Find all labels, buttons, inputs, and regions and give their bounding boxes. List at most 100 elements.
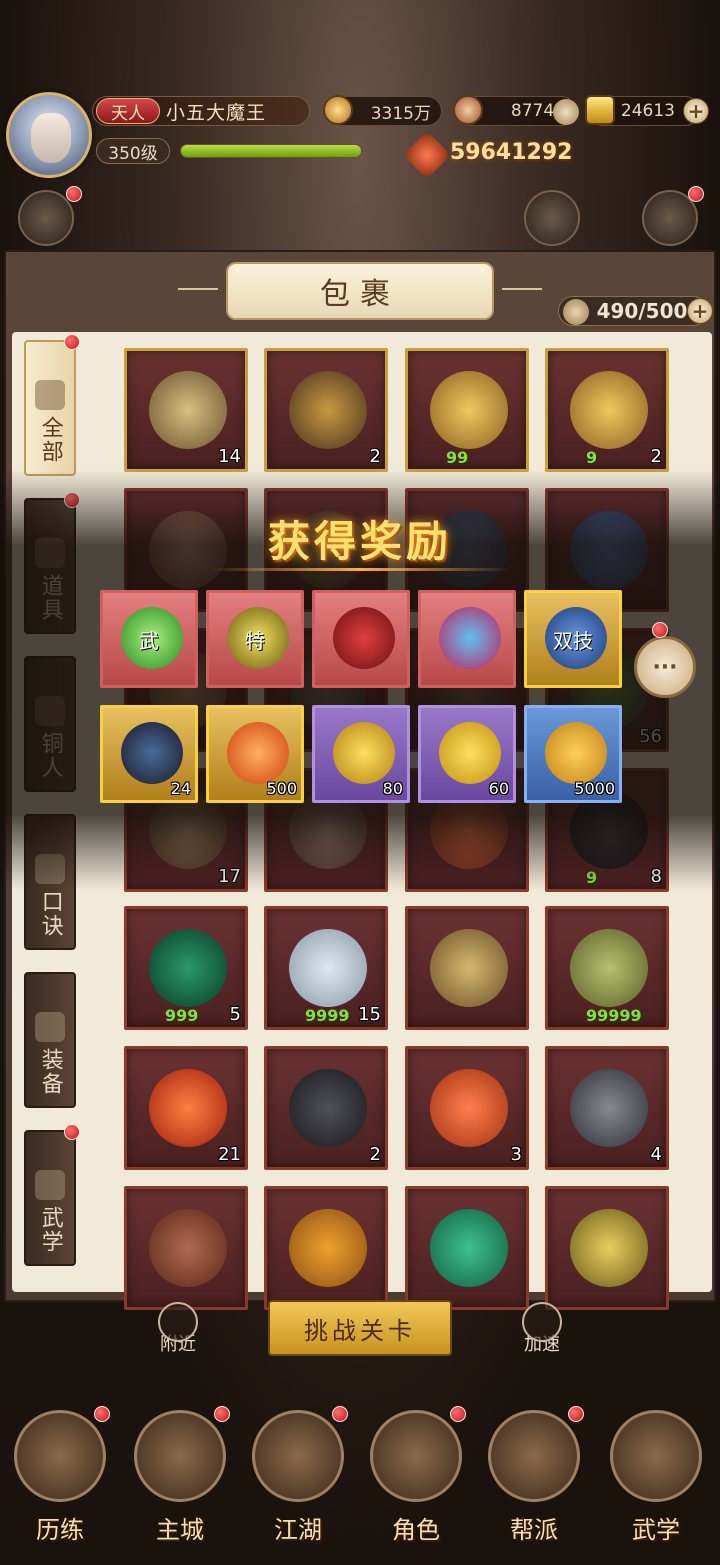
item-slot[interactable]: 99999 (545, 906, 669, 1030)
avatar[interactable] (6, 92, 92, 178)
coin-icon (323, 95, 353, 125)
nav-item-3[interactable]: 角色 (356, 1400, 476, 1560)
bag-title: 包裹 (226, 262, 494, 320)
tab-icon (35, 1012, 65, 1042)
nav-item-2[interactable]: 江湖 (238, 1400, 358, 1560)
item-mark: 9 (586, 448, 598, 467)
notification-dot (94, 1406, 110, 1422)
item-slot[interactable] (405, 906, 529, 1030)
item-slot[interactable] (545, 1186, 669, 1310)
nav-icon (252, 1410, 344, 1502)
reward-item[interactable]: 500 (206, 705, 304, 803)
item-icon (289, 1069, 367, 1147)
jade-add-icon[interactable] (553, 99, 579, 125)
nav-icon (134, 1410, 226, 1502)
item-icon (149, 371, 227, 449)
reward-count: 5000 (574, 779, 615, 798)
item-icon (430, 371, 508, 449)
reward-item[interactable]: 24 (100, 705, 198, 803)
notification-dot (64, 1124, 80, 1140)
item-slot[interactable]: 999 5 (124, 906, 248, 1030)
item-count: 14 (218, 446, 241, 467)
item-slot[interactable]: 3 (405, 1046, 529, 1170)
title-decoration (502, 288, 542, 290)
challenge-level-button[interactable]: 挑战关卡 (268, 1300, 452, 1356)
bottom-navbar: 历练 主城 江湖 角色 帮派 武学 (0, 1400, 720, 1565)
item-icon (289, 371, 367, 449)
event-button[interactable] (524, 190, 580, 246)
item-icon (149, 929, 227, 1007)
item-icon (430, 929, 508, 1007)
item-slot[interactable] (264, 1186, 388, 1310)
nav-item-0[interactable]: 历练 (0, 1400, 120, 1560)
item-slot[interactable]: 2 (264, 1046, 388, 1170)
gold-ingot-icon (585, 95, 615, 125)
nav-label: 历练 (36, 1516, 84, 1544)
gold-add-button[interactable]: + (683, 98, 709, 124)
item-count: 2 (369, 1144, 381, 1165)
item-slot[interactable] (124, 1186, 248, 1310)
reward-item[interactable]: 60 (418, 705, 516, 803)
item-slot[interactable]: 4 (545, 1046, 669, 1170)
reward-title: 获得奖励 (267, 517, 452, 566)
chat-button[interactable]: ··· (634, 636, 696, 698)
item-mark: 9999 (305, 1006, 350, 1025)
tab-5[interactable]: 武学 (24, 1130, 76, 1266)
item-slot[interactable]: 14 (124, 348, 248, 472)
reward-title-underline (210, 568, 510, 571)
reward-item[interactable]: 80 (312, 705, 410, 803)
reward-item[interactable]: 5000 (524, 705, 622, 803)
notification-dot (568, 1406, 584, 1422)
copper-currency: 3315万 (323, 95, 442, 126)
tab-label: 装备 (37, 1048, 63, 1096)
nearby-button[interactable]: 附近 (150, 1302, 206, 1356)
nav-icon (488, 1410, 580, 1502)
reward-item[interactable]: 武 (100, 590, 198, 688)
jade-icon (453, 95, 483, 125)
nav-item-5[interactable]: 武学 (596, 1400, 716, 1560)
item-icon (570, 929, 648, 1007)
item-slot[interactable]: 92 (545, 348, 669, 472)
speedup-button[interactable]: 加速 (514, 1302, 570, 1356)
nav-icon (610, 1410, 702, 1502)
tab-icon (35, 380, 65, 410)
notification-dot (214, 1406, 230, 1422)
item-mark: 999 (165, 1006, 199, 1025)
title-decoration (178, 288, 218, 290)
nav-item-1[interactable]: 主城 (120, 1400, 240, 1560)
item-count: 21 (218, 1144, 241, 1165)
item-slot[interactable]: 21 (124, 1046, 248, 1170)
nav-label: 角色 (392, 1516, 440, 1544)
notification-dot (688, 186, 704, 202)
reward-icon (439, 607, 501, 669)
item-mark: 99 (446, 448, 469, 467)
item-slot[interactable]: 99 (405, 348, 529, 472)
reward-item[interactable]: 双技 (524, 590, 622, 688)
reward-icon (333, 607, 395, 669)
top-header: 天人 小五大魔王 3315万 87744 24613 + 350级 596412… (0, 0, 720, 250)
notification-dot (332, 1406, 348, 1422)
reward-item[interactable] (418, 590, 516, 688)
player-level: 350级 (96, 138, 170, 164)
item-icon (289, 929, 367, 1007)
gold-currency: 24613 + (585, 95, 709, 126)
reward-icon (121, 722, 183, 784)
item-icon (430, 1069, 508, 1147)
item-slot[interactable]: 2 (264, 348, 388, 472)
item-icon (149, 1209, 227, 1287)
reward-count: 80 (382, 779, 403, 798)
reward-count: 500 (266, 779, 297, 798)
item-count: 2 (650, 446, 662, 467)
left-corner-button[interactable] (18, 190, 74, 246)
nav-label: 武学 (632, 1516, 680, 1544)
item-slot[interactable] (405, 1186, 529, 1310)
tab-0[interactable]: 全部 (24, 340, 76, 476)
reward-icon (227, 722, 289, 784)
reward-item[interactable]: 特 (206, 590, 304, 688)
nav-item-4[interactable]: 帮派 (474, 1400, 594, 1560)
reward-item[interactable] (312, 590, 410, 688)
copper-value: 3315万 (370, 103, 431, 124)
tab-4[interactable]: 装备 (24, 972, 76, 1108)
expand-bag-button[interactable]: + (687, 298, 713, 324)
item-slot[interactable]: 9999 15 (264, 906, 388, 1030)
